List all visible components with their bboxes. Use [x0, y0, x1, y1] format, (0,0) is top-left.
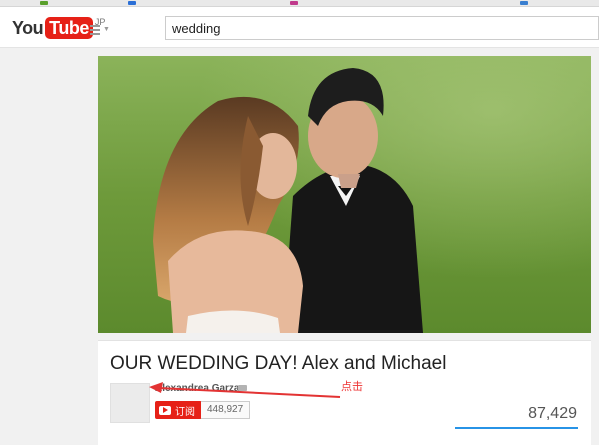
video-frame — [98, 56, 591, 333]
logo-text-you: You — [12, 18, 44, 38]
subscriber-count: 448,927 — [201, 401, 251, 419]
tab-favicon — [520, 1, 528, 5]
logo-text-tube: Tube — [45, 17, 93, 39]
subscribe-label: 订阅 — [175, 406, 195, 418]
video-player[interactable] — [98, 56, 591, 333]
guide-menu-button[interactable]: ▼ — [90, 23, 112, 37]
annotation-arrow-icon — [149, 382, 341, 398]
subscribe-button[interactable]: 订阅 — [155, 401, 202, 419]
tab-favicon — [290, 1, 298, 5]
tab-favicon — [128, 1, 136, 5]
masthead: You Tube JP ▼ — [0, 7, 599, 48]
like-bar-fill — [455, 427, 578, 429]
video-title: OUR WEDDING DAY! Alex and Michael — [110, 353, 447, 374]
browser-tab-strip — [0, 0, 599, 7]
play-icon — [159, 405, 171, 415]
view-count: 87,429 — [528, 405, 577, 422]
channel-avatar[interactable] — [110, 383, 150, 423]
tab-favicon — [40, 1, 48, 5]
search-input[interactable] — [165, 16, 599, 40]
chevron-down-icon: ▼ — [103, 26, 110, 33]
left-guide-area — [0, 48, 88, 444]
like-dislike-bar — [455, 427, 578, 429]
